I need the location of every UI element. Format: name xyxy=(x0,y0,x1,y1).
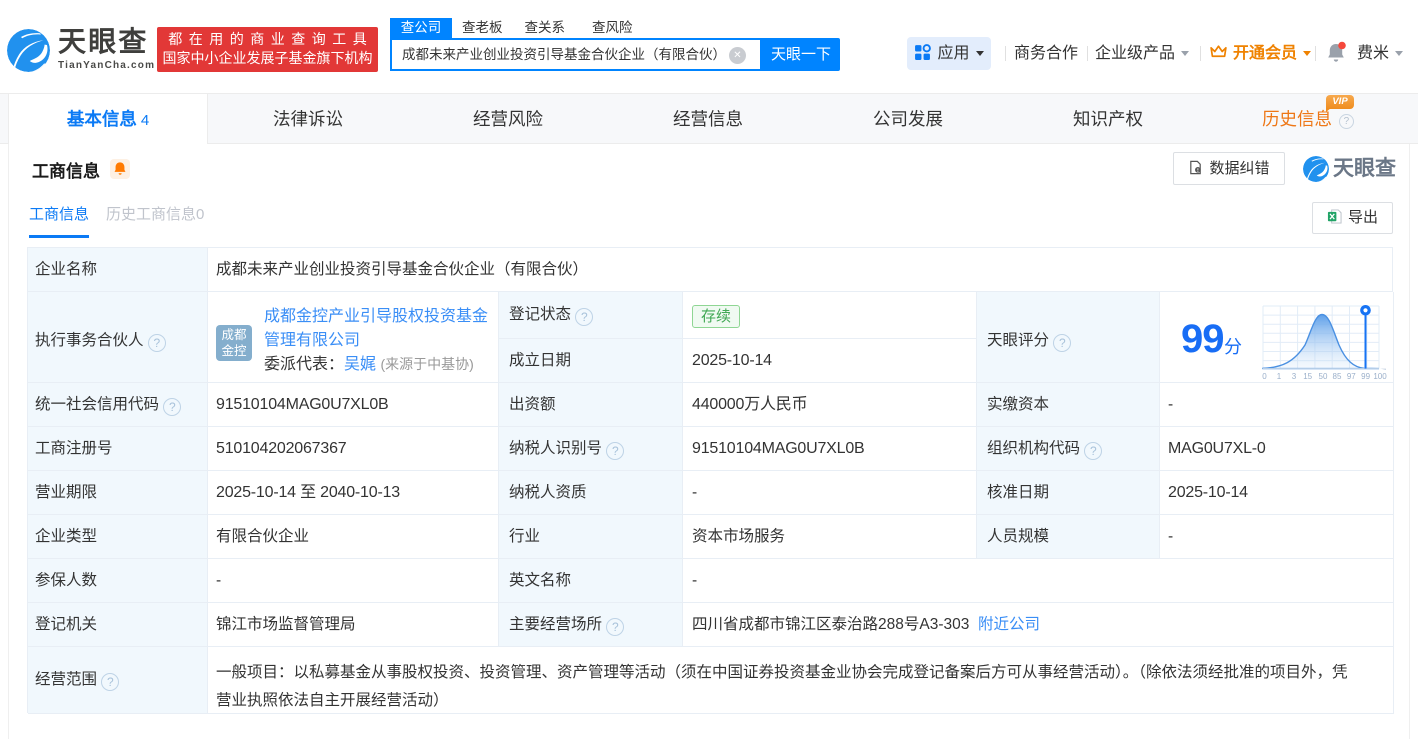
svg-text:100: 100 xyxy=(1373,372,1387,381)
svg-text:15: 15 xyxy=(1303,372,1312,381)
svg-text:1: 1 xyxy=(1277,372,1282,381)
svg-text:85: 85 xyxy=(1333,372,1342,381)
svg-text:50: 50 xyxy=(1319,372,1328,381)
svg-text:3: 3 xyxy=(1292,372,1297,381)
svg-text:97: 97 xyxy=(1347,372,1356,381)
svg-text:0: 0 xyxy=(1262,372,1267,381)
svg-text:99: 99 xyxy=(1361,372,1370,381)
